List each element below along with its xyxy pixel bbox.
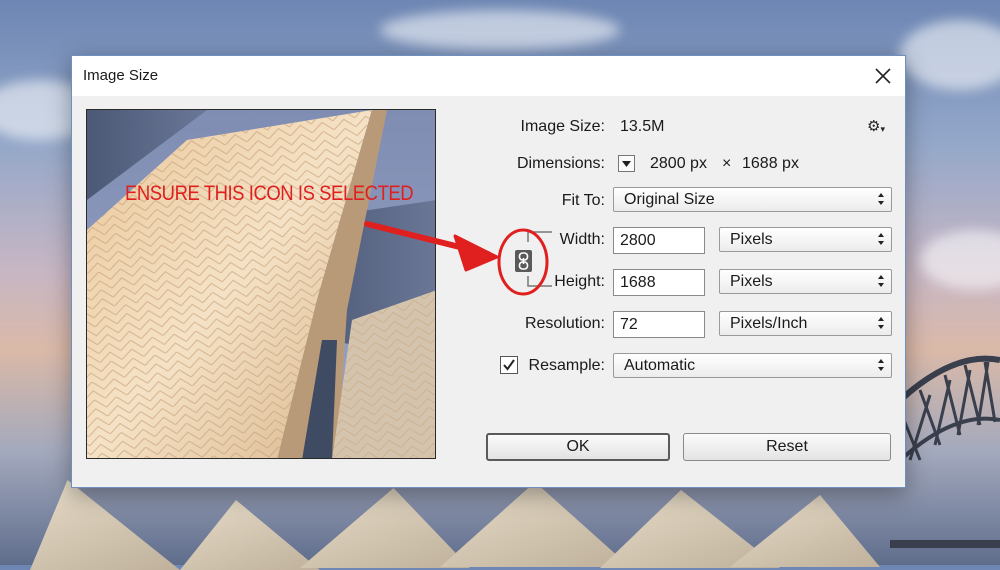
select-arrows-icon bbox=[878, 193, 884, 205]
dimensions-width: 2800 px bbox=[650, 155, 707, 172]
resolution-unit-value: Pixels/Inch bbox=[730, 315, 808, 332]
dimensions-label: Dimensions: bbox=[516, 155, 605, 172]
height-unit-value: Pixels bbox=[730, 273, 773, 290]
resample-checkbox[interactable] bbox=[500, 356, 518, 374]
dimensions-height: 1688 px bbox=[742, 155, 799, 172]
resolution-label: Resolution: bbox=[524, 315, 605, 332]
opera-house-shell bbox=[300, 488, 470, 568]
ok-button[interactable]: OK bbox=[486, 433, 670, 461]
select-arrows-icon bbox=[878, 233, 884, 245]
select-arrows-icon bbox=[878, 275, 884, 287]
width-input[interactable]: 2800 bbox=[613, 227, 705, 254]
reset-button[interactable]: Reset bbox=[683, 433, 891, 461]
height-unit-select[interactable]: Pixels bbox=[719, 269, 892, 294]
cloud bbox=[900, 20, 1000, 90]
fit-to-label: Fit To: bbox=[561, 192, 605, 209]
select-arrows-icon bbox=[878, 317, 884, 329]
opera-house-shell bbox=[30, 480, 180, 570]
cloud bbox=[380, 10, 620, 50]
width-label: Width: bbox=[559, 231, 605, 248]
opera-house-shell bbox=[440, 482, 630, 567]
dialog-title: Image Size bbox=[83, 67, 159, 84]
select-arrows-icon bbox=[878, 359, 884, 371]
annotation-text: ENSURE THIS ICON IS SELECTED bbox=[125, 182, 414, 205]
dimensions-separator: × bbox=[722, 155, 732, 172]
image-size-label: Image Size: bbox=[520, 118, 605, 135]
close-icon[interactable] bbox=[869, 62, 897, 90]
fit-to-value: Original Size bbox=[624, 191, 715, 208]
width-unit-select[interactable]: Pixels bbox=[719, 227, 892, 252]
width-unit-value: Pixels bbox=[730, 231, 773, 248]
resample-label: Resample: bbox=[528, 357, 605, 374]
title-bar: Image Size bbox=[72, 56, 905, 96]
gear-icon[interactable]: ⚙▾ bbox=[867, 117, 885, 135]
resolution-unit-select[interactable]: Pixels/Inch bbox=[719, 311, 892, 336]
height-input[interactable]: 1688 bbox=[613, 269, 705, 296]
image-size-value: 13.5M bbox=[620, 118, 665, 135]
fit-to-select[interactable]: Original Size bbox=[613, 187, 892, 212]
dimensions-dropdown[interactable] bbox=[618, 155, 635, 172]
image-size-dialog: Image Size Image Size: 13.5M ⚙▾ Dimensio… bbox=[71, 55, 906, 488]
opera-house-shell bbox=[180, 500, 320, 570]
opera-house-shell bbox=[730, 495, 880, 567]
resample-select[interactable]: Automatic bbox=[613, 353, 892, 378]
checkmark-icon bbox=[503, 359, 515, 371]
harbour-bridge bbox=[890, 355, 1000, 548]
height-label: Height: bbox=[554, 273, 605, 290]
resample-value: Automatic bbox=[624, 357, 696, 374]
cloud bbox=[920, 230, 1000, 290]
resolution-input[interactable]: 72 bbox=[613, 311, 705, 338]
image-preview[interactable] bbox=[86, 109, 436, 459]
caret-down-icon bbox=[622, 161, 631, 167]
chain-link-icon[interactable] bbox=[515, 250, 532, 272]
